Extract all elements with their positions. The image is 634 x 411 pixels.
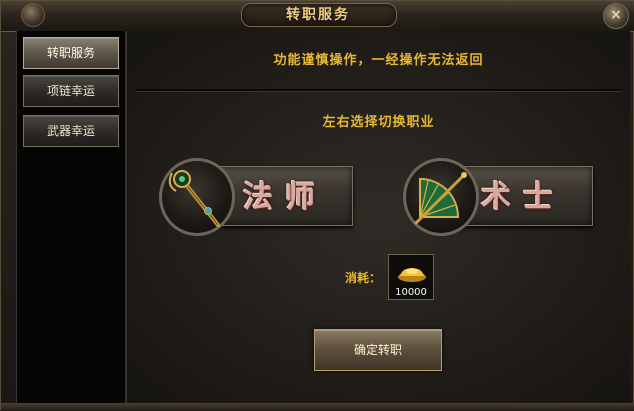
sidebar-item-necklace-luck[interactable]: 项链幸运 [23, 75, 119, 107]
class-label-mage: 法师 [243, 180, 327, 215]
close-button[interactable]: × [603, 3, 629, 29]
cost-quantity: 10000 [395, 287, 427, 298]
class-label-taoist: 术士 [481, 180, 565, 215]
corner-ornament-icon [21, 3, 45, 27]
sidebar-item-job-change[interactable]: 转职服务 [23, 37, 119, 69]
fan-sword-icon [403, 158, 479, 236]
confirm-job-change-button[interactable]: 确定转职 [314, 329, 442, 371]
cost-item-slot[interactable]: 10000 [388, 254, 434, 300]
divider [135, 89, 622, 92]
class-option-mage[interactable]: 法师 [159, 158, 353, 236]
title-bar: 转职服务 × [1, 1, 634, 32]
staff-icon [159, 158, 235, 236]
gold-ingot-icon [398, 268, 426, 282]
sidebar-item-weapon-luck[interactable]: 武器幸运 [23, 115, 119, 147]
window-title: 转职服务 [286, 7, 350, 23]
job-change-window: 转职服务 × 转职服务 项链幸运 武器幸运 功能谨慎操作，一经操作无法返回 左右… [0, 0, 634, 411]
switch-hint-text: 左右选择切换职业 [322, 115, 435, 130]
warning-text: 功能谨慎操作，一经操作无法返回 [273, 53, 484, 68]
cost-label: 消耗： [345, 271, 382, 285]
sidebar: 转职服务 项链幸运 武器幸运 [16, 31, 127, 403]
main-panel: 功能谨慎操作，一经操作无法返回 左右选择切换职业 法师 术士 消耗： 10000… [126, 31, 630, 403]
class-option-taoist[interactable]: 术士 [403, 158, 593, 236]
